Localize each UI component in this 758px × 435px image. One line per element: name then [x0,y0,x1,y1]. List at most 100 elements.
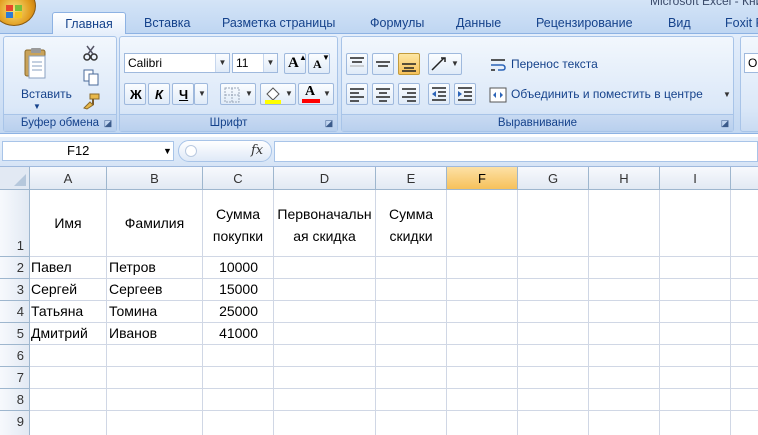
cell-e1[interactable]: Сумма скидки [376,203,446,247]
align-right-button[interactable] [398,83,420,105]
cell-a4[interactable]: Татьяна [31,303,106,319]
row-header-5[interactable]: 5 [0,323,30,345]
gridline [659,190,660,435]
cell-c1[interactable]: Сумма покупки [203,203,273,247]
column-header-h[interactable]: H [589,167,660,190]
format-painter-button[interactable] [80,91,102,111]
row-header-4[interactable]: 4 [0,301,30,323]
grow-font-button[interactable]: A ▲ [284,53,307,74]
font-name-combo[interactable]: Calibri ▼ [124,53,230,73]
decrease-indent-button[interactable] [428,83,450,105]
row-header-6[interactable]: 6 [0,345,30,367]
insert-function-icon[interactable]: fx [251,143,263,158]
font-size-dropdown-icon[interactable]: ▼ [263,54,277,72]
fill-color-dropdown-icon: ▼ [285,89,293,98]
cell-c5[interactable]: 41000 [203,325,258,341]
align-middle-button[interactable] [372,53,394,75]
font-group-label: Шрифт [120,114,337,131]
cell-d1[interactable]: Первоначальная скидка [274,203,375,247]
tab-data[interactable]: Данные [456,12,501,34]
wrap-text-button[interactable]: Перенос текста [486,53,608,75]
name-box[interactable]: F12 ▼ [2,141,174,161]
row-header-3[interactable]: 3 [0,279,30,301]
tab-insert[interactable]: Вставка [144,12,190,34]
group-font: Calibri ▼ 11 ▼ A ▲ A ▼ Ж К Ч ▼ ▼ ▼ A ▼ Ш… [119,36,338,132]
gridline [30,388,758,389]
cell-c3[interactable]: 15000 [203,281,258,297]
merge-center-button[interactable]: Объединить и поместить в центре ▼ [486,83,732,105]
bold-button[interactable]: Ж [124,83,146,105]
increase-indent-button[interactable] [454,83,476,105]
underline-dropdown-button[interactable]: ▼ [194,83,208,105]
cell-c4[interactable]: 25000 [203,303,258,319]
tab-page-layout[interactable]: Разметка страницы [222,12,335,34]
fill-color-button[interactable]: ▼ [260,83,296,105]
row-header-9[interactable]: 9 [0,411,30,435]
group-alignment: ▼ Перенос текста Объединить и поместить … [341,36,734,132]
clipboard-launcher-icon[interactable]: ◪ [102,117,114,129]
office-button[interactable] [0,0,36,26]
cut-button[interactable] [80,43,102,63]
clipboard-group-label: Буфер обмена [4,114,116,131]
alignment-launcher-icon[interactable]: ◪ [719,117,731,129]
name-box-dropdown-icon[interactable]: ▼ [163,142,172,160]
formula-splitter-icon[interactable] [185,145,197,157]
select-all-corner[interactable] [0,167,30,190]
paste-button[interactable]: Вставить ▼ [10,41,72,111]
column-header-b[interactable]: B [107,167,203,190]
font-color-dropdown-icon: ▼ [323,89,331,98]
tab-review[interactable]: Рецензирование [536,12,633,34]
row-header-1[interactable]: 1 [0,190,30,257]
paste-icon [24,48,46,79]
number-format-combo[interactable]: О [744,53,758,73]
column-header-i[interactable]: I [660,167,731,190]
column-header-e[interactable]: E [376,167,447,190]
align-right-icon [402,88,416,102]
copy-icon [83,69,99,86]
align-top-button[interactable] [346,53,368,75]
orientation-button[interactable]: ▼ [428,53,462,75]
tab-foxit[interactable]: Foxit R [725,12,758,34]
tab-view[interactable]: Вид [668,12,691,34]
paste-dropdown-icon[interactable]: ▼ [33,102,41,111]
align-center-button[interactable] [372,83,394,105]
align-left-button[interactable] [346,83,368,105]
group-clipboard: Вставить ▼ Буфер обмена ◪ [3,36,117,132]
font-size-combo[interactable]: 11 ▼ [232,53,278,73]
cell-b4[interactable]: Томина [109,303,202,319]
cell-b3[interactable]: Сергеев [109,281,202,297]
font-color-button[interactable]: A ▼ [298,83,334,105]
tab-home[interactable]: Главная [52,12,126,35]
cell-b1[interactable]: Фамилия [107,190,202,256]
tab-formulas[interactable]: Формулы [370,12,424,34]
font-launcher-icon[interactable]: ◪ [323,117,335,129]
column-header-a[interactable]: A [30,167,107,190]
copy-button[interactable] [80,67,102,87]
shrink-font-button[interactable]: A ▼ [308,53,330,74]
cell-c2[interactable]: 10000 [203,259,258,275]
row-header-7[interactable]: 7 [0,367,30,389]
align-bottom-button[interactable] [398,53,420,75]
alignment-group-label: Выравнивание [342,114,733,131]
font-name-dropdown-icon[interactable]: ▼ [215,54,229,72]
borders-button[interactable]: ▼ [220,83,256,105]
column-header-c[interactable]: C [203,167,274,190]
cell-a5[interactable]: Дмитрий [31,325,106,341]
formula-input[interactable] [274,141,758,162]
font-size-value: 11 [236,56,249,70]
row-header-2[interactable]: 2 [0,257,30,279]
row-header-8[interactable]: 8 [0,389,30,411]
column-header-d[interactable]: D [274,167,376,190]
column-header-j[interactable] [731,167,758,190]
cell-a1[interactable]: Имя [30,190,106,256]
cell-b2[interactable]: Петров [109,259,202,275]
increase-indent-icon [458,87,472,101]
column-header-g[interactable]: G [518,167,589,190]
cell-a2[interactable]: Павел [31,259,106,275]
spreadsheet-grid: A B C D E F G H I 1 2 3 4 5 6 7 8 9 Имя … [0,167,758,435]
cell-b5[interactable]: Иванов [109,325,202,341]
cell-a3[interactable]: Сергей [31,281,106,297]
italic-button[interactable]: К [148,83,170,105]
underline-button[interactable]: Ч [172,83,194,105]
column-header-f[interactable]: F [447,167,518,190]
